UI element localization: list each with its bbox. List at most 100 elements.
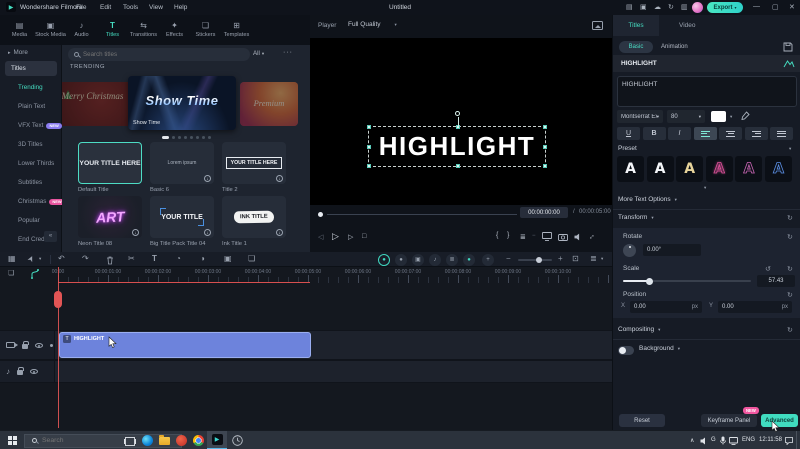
pagination-dot[interactable] <box>207 136 211 139</box>
resize-handle-e[interactable] <box>543 145 547 149</box>
fit-timeline-icon[interactable]: ⊡ <box>572 255 579 263</box>
filter-dropdown[interactable]: All ▾ <box>253 50 264 57</box>
align-left-button[interactable] <box>693 127 717 140</box>
delete-icon[interactable] <box>106 256 114 265</box>
resize-handle-w[interactable] <box>367 145 371 149</box>
preset-tile-magenta-outline[interactable]: A <box>735 156 763 182</box>
align-right-button[interactable] <box>744 127 768 140</box>
sidebar-item-plain-text[interactable]: Plain Text <box>18 103 45 110</box>
zoom-slider-track[interactable] <box>518 259 552 261</box>
tab-stock-media[interactable]: ▣ Stock Media <box>35 15 66 45</box>
render-preview-icon[interactable]: ● <box>378 253 390 266</box>
red-app-icon[interactable] <box>176 435 187 446</box>
screen-record-icon[interactable]: ▣ <box>412 253 424 266</box>
sidebar-group-more[interactable]: ▸ More <box>8 49 28 56</box>
effect-indicator-icon[interactable] <box>783 59 795 68</box>
sidebar-item-3d-titles[interactable]: 3D Titles <box>18 141 43 148</box>
chevron-down-icon[interactable]: ▾ <box>601 256 603 262</box>
compositing-section-header[interactable]: Compositing ▾ <box>618 326 660 333</box>
avatar[interactable] <box>692 2 703 13</box>
pagination-dot[interactable] <box>171 136 175 139</box>
align-justify-button[interactable] <box>770 127 793 140</box>
pagination-dot[interactable] <box>195 136 199 139</box>
track-route-icon[interactable] <box>30 269 40 279</box>
sidebar-item-popular[interactable]: Popular <box>18 217 40 224</box>
rotate-dial[interactable] <box>623 244 636 257</box>
mark-out-button[interactable]: } <box>507 232 509 239</box>
media-library-icon[interactable]: ▣ <box>640 3 647 11</box>
bold-button[interactable]: B <box>642 127 666 140</box>
resize-handle-ne[interactable] <box>543 125 547 129</box>
download-icon[interactable]: ↓ <box>132 229 139 236</box>
action-center-icon[interactable] <box>785 436 793 445</box>
zoom-slider-thumb[interactable] <box>536 256 542 263</box>
download-icon[interactable]: ↓ <box>204 175 211 182</box>
download-icon[interactable]: ↓ <box>204 229 211 236</box>
snapshot-camera-icon[interactable] <box>558 233 568 241</box>
sidebar-item-vfx-text[interactable]: VFX Text NEW <box>18 122 62 129</box>
rotate-value-field[interactable]: 0.00° <box>643 244 701 256</box>
reset-button[interactable]: Reset <box>619 414 665 427</box>
minimize-button[interactable]: — <box>753 3 760 10</box>
carousel-card-merry-christmas[interactable]: Merry Christmas <box>62 82 135 126</box>
tab-titles-inspector[interactable]: Titles <box>613 15 659 36</box>
crop-icon[interactable]: ▣ <box>224 255 232 263</box>
download-icon[interactable]: ↓ <box>276 229 283 236</box>
stop-button[interactable]: □ <box>362 233 366 240</box>
tray-mic-icon[interactable] <box>720 436 726 445</box>
maximize-button[interactable]: ▢ <box>772 3 779 11</box>
tray-app-icon[interactable]: G <box>711 437 716 443</box>
sync-icon[interactable]: ↻ <box>668 3 674 11</box>
player-menu-icon[interactable]: ≣ <box>520 233 526 241</box>
more-options-icon[interactable]: ··· <box>283 49 293 56</box>
tab-video-inspector[interactable]: Video <box>679 22 696 29</box>
zoom-in-icon[interactable]: + <box>558 255 563 263</box>
show-desktop-divider[interactable] <box>796 431 797 449</box>
tab-templates[interactable]: ⊞ Templates <box>221 15 252 45</box>
video-viewport[interactable]: HIGHLIGHT <box>310 38 612 205</box>
timeline-clip-highlight[interactable]: T HIGHLIGHT <box>59 332 311 358</box>
template-neon-title[interactable]: ART ↓ <box>78 196 142 238</box>
sidebar-item-lower-thirds[interactable]: Lower Thirds <box>18 160 54 167</box>
speed-icon[interactable]: ◔ <box>176 255 181 263</box>
dual-monitor-icon[interactable] <box>542 232 552 241</box>
ai-tool-icon[interactable]: ● <box>463 253 475 266</box>
preset-tile-pink-glow[interactable]: A <box>705 156 733 182</box>
sidebar-item-trending[interactable]: Trending <box>18 84 43 91</box>
chevron-down-icon[interactable]: ▾ <box>789 146 791 152</box>
keyframe-panel-button[interactable]: Keyframe Panel <box>701 414 757 427</box>
pagination-dot[interactable] <box>161 136 169 139</box>
template-title-2[interactable]: YOUR TITLE HERE ↓ <box>222 142 286 184</box>
preview-text[interactable]: HIGHLIGHT <box>369 127 545 166</box>
tab-titles[interactable]: T Titles <box>97 15 128 45</box>
chrome-icon[interactable] <box>193 435 204 446</box>
resize-handle-s[interactable] <box>456 164 460 168</box>
carousel-card-show-time[interactable]: Show Time Show Time <box>128 76 236 130</box>
background-toggle[interactable] <box>618 346 634 355</box>
start-button[interactable] <box>8 436 17 445</box>
chevron-down-icon[interactable]: ▾ <box>39 256 41 262</box>
compositing-reset-icon[interactable]: ↻ <box>787 326 793 334</box>
menu-view[interactable]: View <box>149 4 163 11</box>
transform-reset-icon[interactable]: ↻ <box>787 214 793 222</box>
tab-audio[interactable]: ♪ Audio <box>66 15 97 45</box>
lock-icon[interactable] <box>17 367 24 375</box>
group-icon[interactable]: ❏ <box>248 255 255 263</box>
pagination-dot[interactable] <box>189 136 193 139</box>
preset-tile-cream[interactable]: A <box>676 156 704 182</box>
playback-scrubber-track[interactable] <box>327 214 517 215</box>
lock-icon[interactable] <box>22 340 29 349</box>
align-center-button[interactable] <box>719 127 742 140</box>
edge-icon[interactable] <box>142 435 153 446</box>
resize-handle-sw[interactable] <box>367 164 371 168</box>
text-selection-box[interactable]: HIGHLIGHT <box>367 111 547 168</box>
undo-icon[interactable]: ↶ <box>58 255 65 263</box>
snap-icon[interactable]: ▦ <box>8 255 16 263</box>
search-input[interactable] <box>83 51 233 58</box>
add-track-icon[interactable]: + <box>482 253 494 266</box>
track-copy-icon[interactable]: ❏ <box>8 269 14 277</box>
export-button[interactable]: Export ▾ <box>707 2 743 13</box>
resize-handle-se[interactable] <box>543 164 547 168</box>
export-frame-icon[interactable] <box>592 21 603 30</box>
split-icon[interactable]: ✂ <box>128 255 135 263</box>
